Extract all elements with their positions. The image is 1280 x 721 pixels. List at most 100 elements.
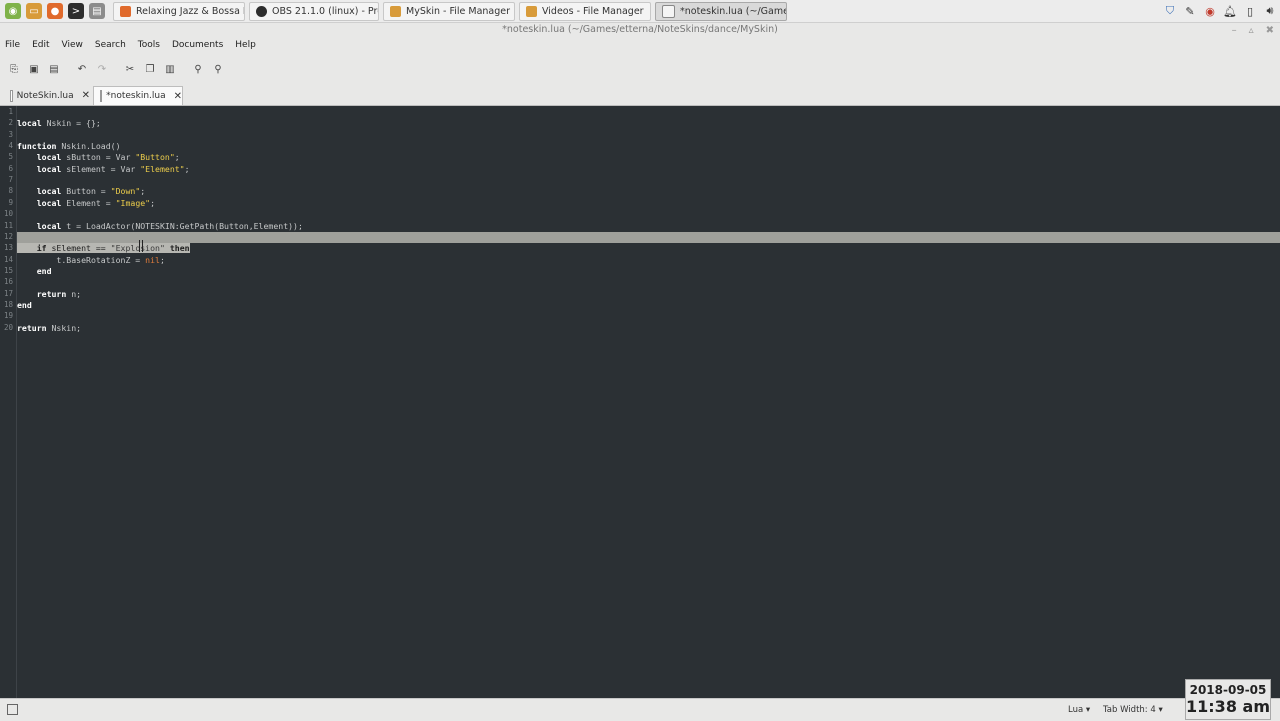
code-token: Nskin.Load()	[56, 141, 121, 152]
tab-width-label: Tab Width: 4	[1103, 705, 1156, 715]
terminal-icon[interactable]: >	[68, 3, 84, 19]
code-line: local t = LoadActor(NOTESKIN:GetPath(But…	[17, 221, 1280, 232]
copy-icon[interactable]: ❐	[142, 61, 158, 77]
clock-widget: 2018-09-05 11:38 am	[1185, 679, 1271, 720]
task-obs[interactable]: OBS 21.1.0 (linux) - Profile: U...	[249, 1, 379, 21]
minimize-icon[interactable]: –	[1232, 25, 1237, 36]
string-token: "Image"	[115, 197, 151, 208]
current-line-highlight	[17, 231, 1280, 243]
text-cursor-icon	[139, 240, 143, 252]
code-token: Button =	[61, 186, 111, 197]
keyword-token: end	[17, 299, 32, 310]
cut-icon[interactable]: ✂	[122, 61, 138, 77]
line-number: 11	[3, 220, 13, 230]
keyword-token: local	[36, 163, 62, 174]
task-label: Relaxing Jazz & Bossa Nova ...	[136, 5, 244, 17]
code-line: local Nskin = {};	[17, 118, 1280, 129]
chrome-icon[interactable]: ◉	[1200, 5, 1220, 18]
undo-icon[interactable]: ↶	[74, 61, 90, 77]
folder-icon	[390, 5, 401, 17]
keyword-token: local	[17, 118, 42, 129]
line-number: 18	[3, 299, 13, 309]
menu-documents[interactable]: Documents	[172, 40, 223, 54]
bell-icon[interactable]: 🔔︎	[1220, 5, 1240, 18]
task-myskin-file-manager[interactable]: MySkin - File Manager	[383, 1, 515, 21]
save-file-icon[interactable]: ▤	[46, 61, 62, 77]
mint-menu-icon[interactable]: ◉	[5, 3, 21, 19]
document-tabs: NoteSkin.lua ✕ *noteskin.lua ✕	[0, 84, 1280, 106]
tab-label: *noteskin.lua	[106, 91, 166, 101]
keyword-token: local	[36, 220, 62, 231]
line-number: 6	[8, 163, 13, 173]
code-token: ;	[150, 197, 156, 208]
line-number: 9	[8, 197, 13, 207]
code-token: ;	[174, 152, 180, 163]
code-line: local Button = "Down";	[17, 186, 1280, 197]
task-label: Videos - File Manager	[542, 5, 644, 17]
redo-icon[interactable]: ↷	[94, 61, 110, 77]
line-number: 4	[8, 141, 13, 151]
code-line: return n;	[17, 289, 1280, 300]
tab-noteskin-lua[interactable]: NoteSkin.lua ✕	[4, 86, 90, 105]
code-line: function Nskin.Load()	[17, 141, 1280, 152]
task-relaxing-jazz[interactable]: Relaxing Jazz & Bossa Nova ...	[113, 1, 245, 21]
task-videos-file-manager[interactable]: Videos - File Manager	[519, 1, 651, 21]
task-noteskin-editor[interactable]: *noteskin.lua (~/Games/ette...	[655, 1, 787, 21]
string-token: "Explosion"	[110, 243, 165, 254]
menu-view[interactable]: View	[62, 40, 83, 54]
string-token: "Down"	[110, 186, 141, 197]
keyword-token: local	[36, 152, 62, 163]
menu-help[interactable]: Help	[235, 40, 256, 54]
line-number: 5	[8, 152, 13, 162]
task-label: OBS 21.1.0 (linux) - Profile: U...	[272, 5, 378, 17]
task-label: MySkin - File Manager	[406, 5, 511, 17]
folder-icon	[526, 5, 537, 17]
menu-edit[interactable]: Edit	[32, 40, 49, 54]
volume-icon[interactable]: 🔊︎	[1260, 4, 1280, 18]
code-line: local Element = "Image";	[17, 198, 1280, 209]
sidebar-toggle-icon[interactable]	[7, 704, 18, 715]
document-icon	[100, 90, 103, 102]
menu-tools[interactable]: Tools	[138, 40, 160, 54]
maximize-icon[interactable]: ▵	[1249, 25, 1254, 36]
menu-search[interactable]: Search	[95, 40, 126, 54]
pen-icon[interactable]: ✎	[1180, 5, 1200, 18]
keyword-token: return	[17, 322, 47, 333]
new-file-icon[interactable]: ⎘	[6, 61, 22, 77]
menu-bar: File Edit View Search Tools Documents He…	[0, 40, 268, 54]
code-token: ;	[140, 186, 146, 197]
battery-icon[interactable]: ▯	[1240, 5, 1260, 18]
line-number: 3	[8, 129, 13, 139]
keyword-token: then	[169, 243, 190, 254]
firefox-icon	[120, 5, 131, 17]
tab-width-selector[interactable]: Tab Width: 4 ▾	[1103, 705, 1163, 715]
paste-icon[interactable]: ▥	[162, 61, 178, 77]
replace-icon[interactable]: ⚲	[210, 61, 226, 77]
code-line: local sButton = Var "Button";	[17, 152, 1280, 163]
open-file-icon[interactable]: ▣	[26, 61, 42, 77]
file-manager-icon[interactable]: ▭	[26, 3, 42, 19]
firefox-icon[interactable]: ●	[47, 3, 63, 19]
code-line: end	[17, 266, 1280, 277]
code-token: sButton = Var	[61, 152, 136, 163]
window-title: *noteskin.lua (~/Games/etterna/NoteSkins…	[502, 24, 778, 35]
tab-noteskin-lua-modified[interactable]: *noteskin.lua ✕	[93, 86, 183, 105]
code-editor[interactable]: 1 2 3 4 5 6 7 8 9 10 11 12 13 14 15 16 17 18 19 20 local Ns…	[0, 106, 1280, 698]
menu-file[interactable]: File	[5, 40, 20, 54]
window-list-icon[interactable]: ▤	[89, 3, 105, 19]
close-tab-icon[interactable]: ✕	[82, 90, 90, 101]
language-selector[interactable]: Lua ▾	[1068, 705, 1090, 715]
shield-icon[interactable]: ⛉	[1160, 4, 1180, 18]
code-token: ;	[159, 254, 165, 265]
close-window-icon[interactable]: ✖	[1266, 25, 1274, 36]
line-number: 20	[3, 322, 13, 332]
window-controls: – ▵ ✖	[1232, 22, 1274, 38]
find-icon[interactable]: ⚲	[190, 61, 206, 77]
close-tab-icon[interactable]: ✕	[174, 91, 182, 102]
